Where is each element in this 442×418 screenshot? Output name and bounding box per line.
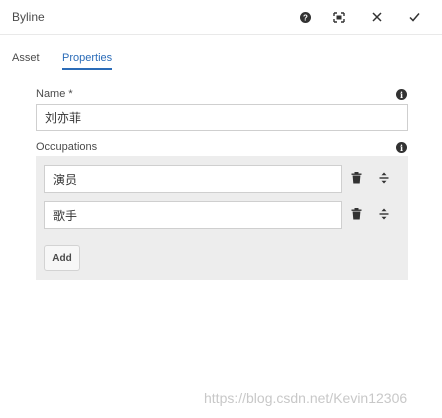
drag-handle-icon xyxy=(379,207,389,225)
watermark: https://blog.csdn.net/Kevin12306 xyxy=(204,390,408,406)
dialog: Byline ? Asset Properties Name * i 刘亦菲 O… xyxy=(0,0,442,418)
name-label: Name * xyxy=(36,88,73,100)
dialog-title: Byline xyxy=(12,10,45,24)
occupations-multifield: 演员 歌手 Add xyxy=(36,156,408,280)
occupations-info-icon[interactable]: i xyxy=(396,142,407,153)
tab-properties[interactable]: Properties xyxy=(62,52,113,70)
check-icon xyxy=(408,12,420,22)
delete-occupation-1-button[interactable] xyxy=(348,172,364,188)
tab-list: Asset Properties xyxy=(0,50,442,74)
tab-asset[interactable]: Asset xyxy=(12,52,40,64)
reorder-occupation-2-handle[interactable] xyxy=(376,208,392,224)
reorder-occupation-1-handle[interactable] xyxy=(376,172,392,188)
occupation-field-1[interactable]: 演员 xyxy=(44,165,342,193)
name-info-icon[interactable]: i xyxy=(396,89,407,100)
dialog-header: Byline ? xyxy=(0,0,442,35)
trash-icon xyxy=(351,171,362,189)
fullscreen-icon xyxy=(333,11,345,23)
delete-occupation-2-button[interactable] xyxy=(348,208,364,224)
close-button[interactable] xyxy=(366,6,388,28)
fullscreen-button[interactable] xyxy=(328,6,350,28)
name-field[interactable]: 刘亦菲 xyxy=(36,104,408,131)
close-icon xyxy=(372,12,382,22)
occupation-field-2[interactable]: 歌手 xyxy=(44,201,342,229)
trash-icon xyxy=(351,207,362,225)
done-button[interactable] xyxy=(403,6,425,28)
svg-text:?: ? xyxy=(303,13,308,22)
add-occupation-button[interactable]: Add xyxy=(44,245,80,271)
help-icon: ? xyxy=(299,11,311,23)
occupations-label: Occupations xyxy=(36,141,98,153)
help-button[interactable]: ? xyxy=(294,6,316,28)
drag-handle-icon xyxy=(379,171,389,189)
